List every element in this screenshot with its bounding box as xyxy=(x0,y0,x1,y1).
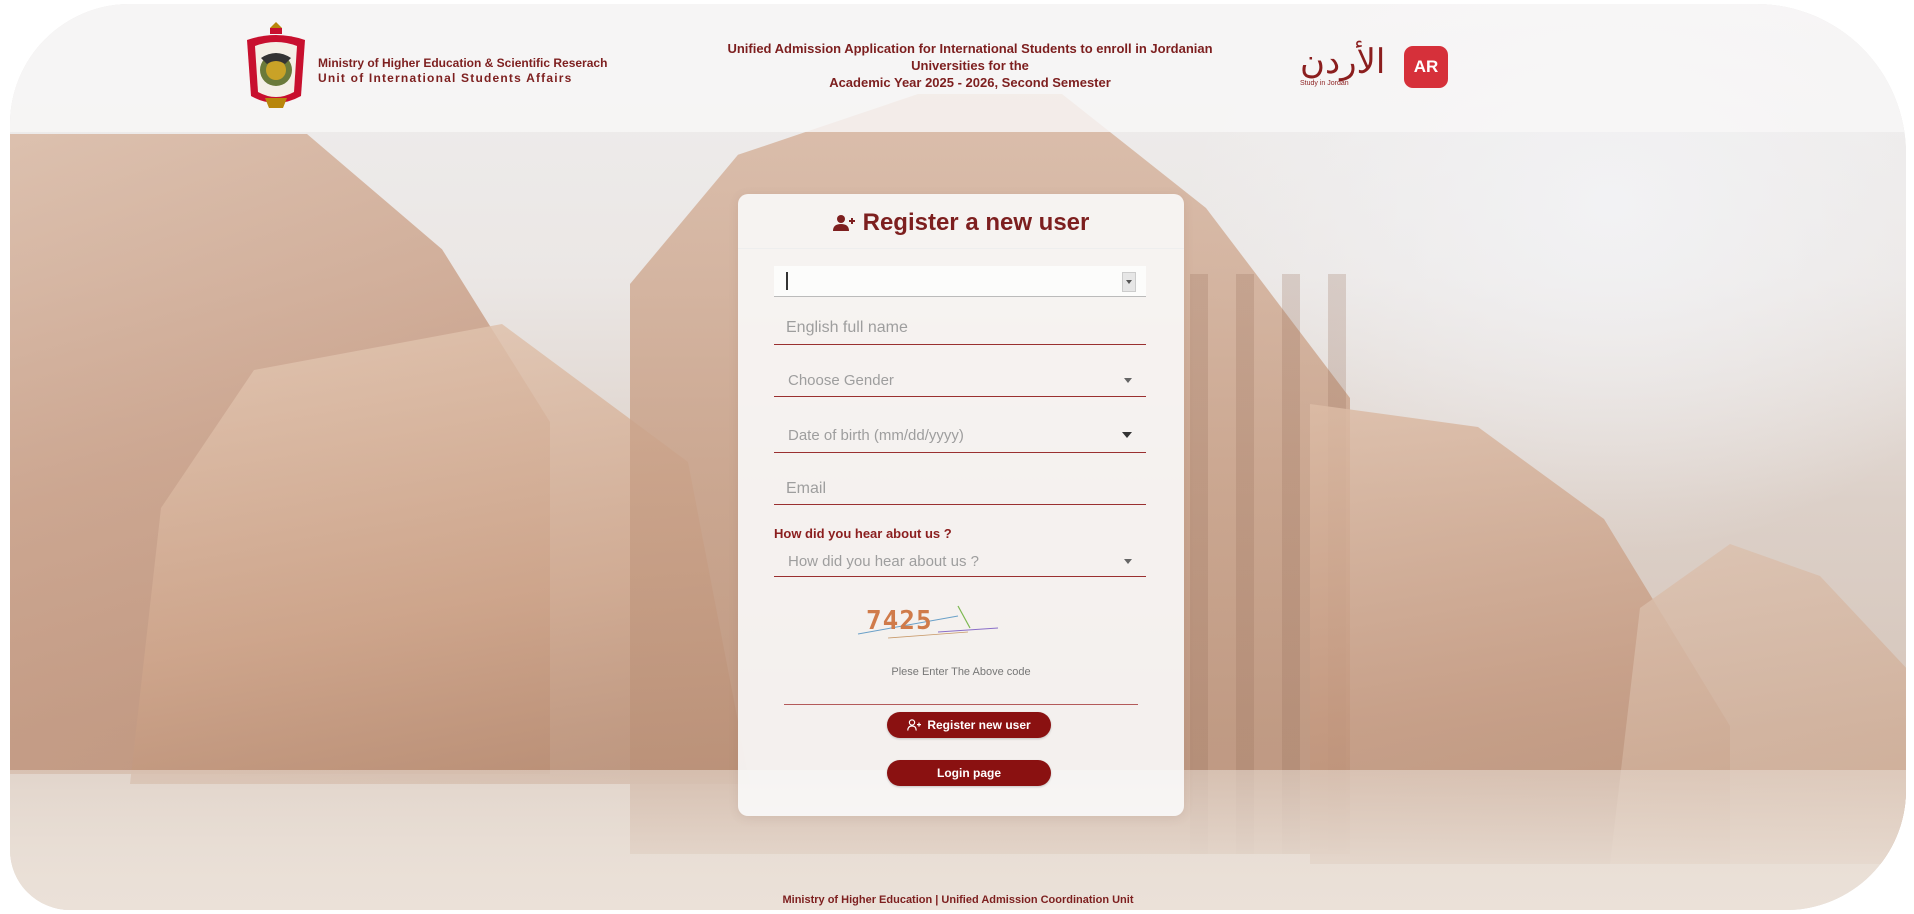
full-name-input[interactable] xyxy=(774,319,1146,337)
chevron-down-icon xyxy=(1122,432,1132,438)
user-add-icon xyxy=(907,719,922,731)
register-title-text: Register a new user xyxy=(862,209,1090,236)
captcha-hint: Plese Enter The Above code xyxy=(891,666,1031,678)
chevron-down-icon xyxy=(1126,280,1132,284)
jordan-coat-of-arms-icon xyxy=(239,18,313,114)
page-title-line-1: Unified Admission Application for Intern… xyxy=(727,41,1213,56)
jordan-logo-arabic: الأردن xyxy=(1300,42,1386,82)
full-name-field[interactable] xyxy=(774,312,1146,345)
chevron-down-icon xyxy=(1124,558,1132,564)
page-title-line-3: Academic Year 2025 - 2026, Second Semest… xyxy=(829,75,1111,90)
ministry-name: Ministry of Higher Education & Scientifi… xyxy=(318,56,607,86)
hear-about-select[interactable]: How did you hear about us ? xyxy=(774,546,1146,577)
gender-placeholder: Choose Gender xyxy=(788,371,894,389)
dob-select[interactable]: Date of birth (mm/dd/yyyy) xyxy=(774,418,1146,453)
study-in-jordan-logo: الأردن Study in Jordan xyxy=(1300,44,1390,92)
register-button[interactable]: Register new user xyxy=(887,712,1051,738)
ministry-line-2: Unit of International Students Affairs xyxy=(318,71,573,85)
header-bar: Ministry of Higher Education & Scientifi… xyxy=(10,4,1906,132)
country-select[interactable] xyxy=(774,266,1146,297)
email-field[interactable] xyxy=(774,474,1146,505)
page-title: Unified Admission Application for Intern… xyxy=(700,40,1240,91)
hear-about-label: How did you hear about us ? xyxy=(774,526,952,541)
page-frame: Ministry of Higher Education & Scientifi… xyxy=(10,4,1906,910)
login-page-button[interactable]: Login page xyxy=(887,760,1051,786)
captcha-code: 7425 xyxy=(866,606,933,636)
hear-about-placeholder: How did you hear about us ? xyxy=(788,552,979,570)
page-title-line-2: Universities for the xyxy=(911,58,1029,73)
dob-placeholder: Date of birth (mm/dd/yyyy) xyxy=(788,426,964,444)
email-input[interactable] xyxy=(774,480,1146,498)
register-title: Register a new user xyxy=(738,202,1184,244)
country-dropdown-toggle[interactable] xyxy=(1122,272,1136,292)
chevron-down-icon xyxy=(1124,377,1132,383)
text-cursor xyxy=(786,272,788,290)
gender-select[interactable]: Choose Gender xyxy=(774,364,1146,397)
register-card: Register a new user Choose Gender Date o… xyxy=(738,194,1184,816)
captcha-input[interactable] xyxy=(784,682,1138,705)
ministry-line-1: Ministry of Higher Education & Scientifi… xyxy=(318,56,608,70)
captcha-image: 7425 xyxy=(848,602,1028,642)
title-divider xyxy=(738,248,1184,249)
language-switch-button[interactable]: AR xyxy=(1404,46,1448,88)
user-plus-icon xyxy=(832,215,855,231)
register-button-label: Register new user xyxy=(927,718,1031,732)
footer-text: Ministry of Higher Education | Unified A… xyxy=(782,894,1134,906)
